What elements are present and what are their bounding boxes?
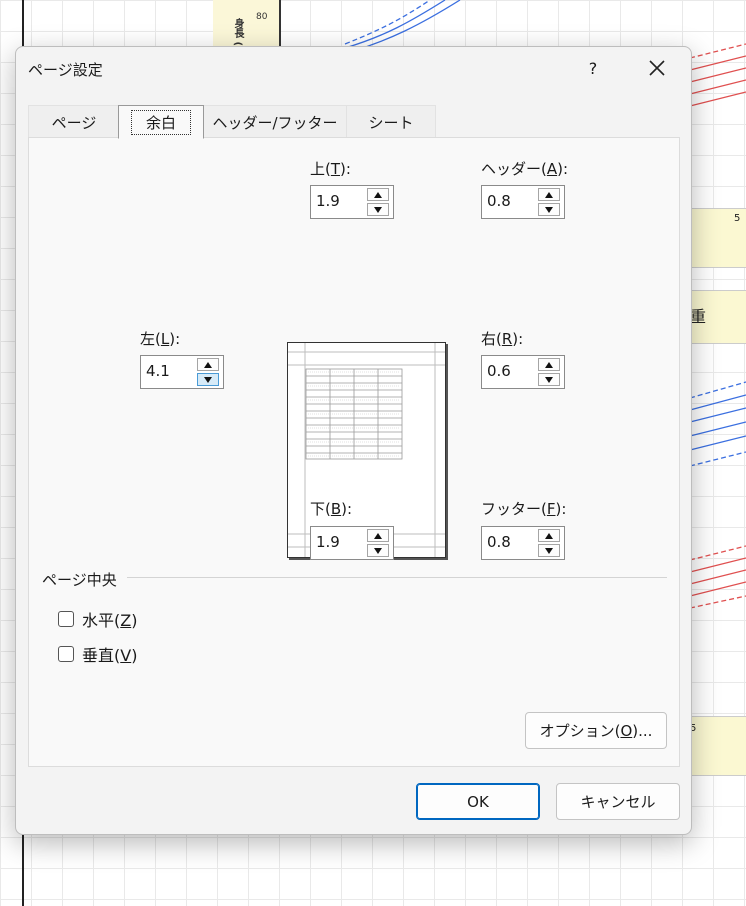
left-margin-spinner: [140, 355, 224, 389]
arrow-down-icon: [374, 206, 382, 213]
checkbox-label: 水平(Z): [82, 611, 138, 630]
header-margin-input[interactable]: [487, 192, 537, 210]
left-margin-decrement[interactable]: [197, 373, 219, 386]
arrow-down-icon: [545, 547, 553, 554]
arrow-down-icon: [204, 376, 212, 383]
tab-label: 余白: [130, 109, 191, 135]
right-margin-input[interactable]: [487, 362, 537, 380]
header-margin-label: ヘッダー(A):: [481, 160, 569, 178]
bottom-margin-increment[interactable]: [367, 529, 389, 542]
tab-page[interactable]: ページ: [28, 105, 120, 138]
options-button[interactable]: オプション(O)...: [525, 712, 667, 749]
right-margin-spinner: [481, 355, 565, 389]
footer-margin-spinner: [481, 526, 565, 560]
footer-margin-increment[interactable]: [538, 529, 560, 542]
arrow-up-icon: [545, 361, 553, 368]
margins-panel: 上(T): ヘッダー(A): 左(L):: [28, 137, 680, 767]
help-icon: ?: [588, 58, 598, 78]
top-margin-label: 上(T):: [310, 160, 351, 178]
help-button[interactable]: ?: [576, 53, 610, 83]
header-margin-increment[interactable]: [538, 188, 560, 201]
section-divider: [127, 577, 667, 578]
tab-label: ヘッダー/フッター: [212, 113, 338, 132]
tab-label: シート: [368, 113, 414, 132]
ok-button[interactable]: OK: [416, 783, 540, 820]
arrow-down-icon: [545, 376, 553, 383]
center-on-page-label: ページ中央: [42, 571, 117, 589]
cancel-button[interactable]: キャンセル: [556, 783, 680, 820]
checkbox-box[interactable]: [58, 646, 74, 662]
arrow-up-icon: [545, 532, 553, 539]
right-margin-decrement[interactable]: [538, 373, 560, 386]
arrow-up-icon: [374, 532, 382, 539]
tab-sheet[interactable]: シート: [346, 105, 436, 138]
right-margin-increment[interactable]: [538, 358, 560, 371]
arrow-down-icon: [545, 206, 553, 213]
checkbox-box[interactable]: [58, 611, 74, 627]
top-margin-increment[interactable]: [367, 188, 389, 201]
preview-drawing: [288, 343, 445, 557]
top-margin-input[interactable]: [316, 192, 366, 210]
center-horizontal-checkbox[interactable]: 水平(Z): [58, 607, 137, 631]
footer-margin-label: フッター(F):: [481, 500, 567, 518]
title-bar: ページ設定 ?: [16, 47, 691, 91]
arrow-up-icon: [204, 361, 212, 368]
bottom-margin-spinner: [310, 526, 394, 560]
tab-label: ページ: [51, 113, 97, 132]
tab-margins[interactable]: 余白: [118, 105, 204, 139]
arrow-down-icon: [374, 547, 382, 554]
header-margin-spinner: [481, 185, 565, 219]
left-margin-label: 左(L):: [140, 330, 181, 348]
page-setup-dialog: ページ設定 ? ページ 余白 ヘッダー/フッター シート 上(T): 1.9 ヘ…: [15, 46, 692, 835]
top-margin-spinner: [310, 185, 394, 219]
footer-margin-decrement[interactable]: [538, 544, 560, 557]
header-margin-decrement[interactable]: [538, 203, 560, 216]
bottom-margin-input[interactable]: [316, 533, 366, 551]
arrow-up-icon: [374, 191, 382, 198]
bottom-margin-label: 下(B):: [310, 500, 353, 518]
left-margin-input[interactable]: [146, 362, 196, 380]
close-button[interactable]: [636, 51, 678, 85]
options-button-label: オプション(O)...: [539, 722, 653, 740]
footer-margin-input[interactable]: [487, 533, 537, 551]
top-margin-decrement[interactable]: [367, 203, 389, 216]
tab-header-footer[interactable]: ヘッダー/フッター: [202, 105, 348, 138]
right-margin-label: 右(R):: [481, 330, 524, 348]
center-vertical-checkbox[interactable]: 垂直(V): [58, 642, 137, 666]
dialog-title: ページ設定: [28, 61, 103, 79]
bottom-margin-decrement[interactable]: [367, 544, 389, 557]
close-icon: [649, 60, 665, 76]
checkbox-label: 垂直(V): [82, 646, 138, 665]
arrow-up-icon: [545, 191, 553, 198]
left-margin-increment[interactable]: [197, 358, 219, 371]
